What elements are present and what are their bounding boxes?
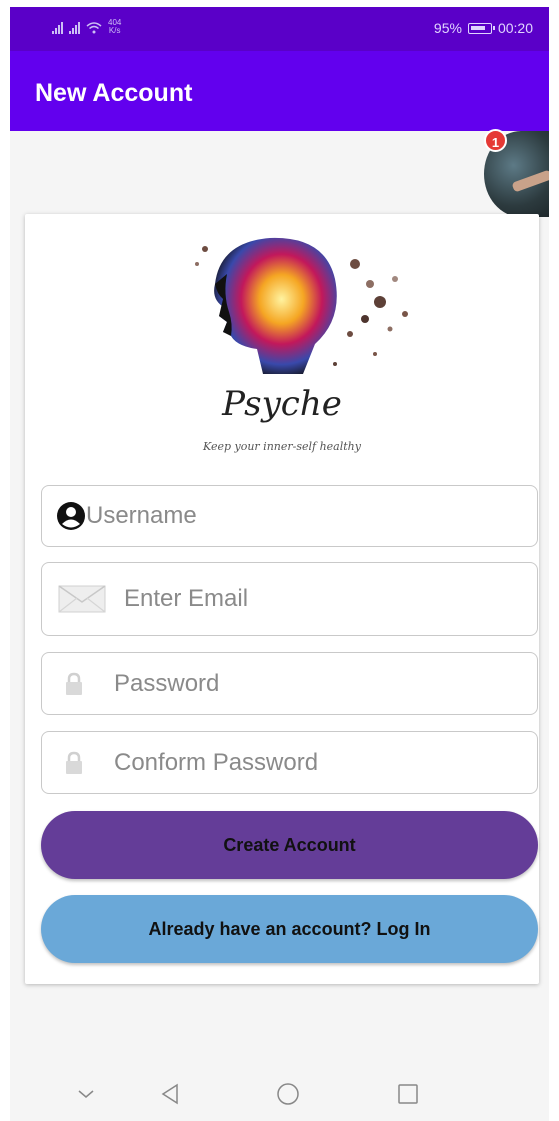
home-icon[interactable] [268,1077,308,1111]
app-bar: New Account [10,51,549,131]
confirm-password-input[interactable] [114,748,537,777]
username-input[interactable] [86,502,537,530]
network-speed: 404 K/s [108,19,121,35]
signup-card: Psyche Keep your inner-self healthy User… [25,214,539,984]
password-field[interactable] [41,652,538,715]
signal-icon [52,21,63,34]
recents-icon[interactable] [388,1077,428,1111]
email-field[interactable] [41,562,538,636]
confirm-password-field[interactable] [41,731,538,794]
brand-tagline: Keep your inner-self healthy [203,440,361,453]
battery-icon [467,22,495,34]
screen: 404 K/s 95% 00:20 New Account 1 Psyche K… [10,7,549,1121]
battery-percent: 95% [433,20,462,36]
back-icon[interactable] [150,1077,190,1111]
avatar-photo [511,169,549,193]
network-speed-unit: K/s [108,26,121,35]
clock: 00:20 [497,20,533,36]
status-bar: 404 K/s 95% 00:20 [10,7,549,51]
lock-icon [66,751,82,774]
lock-icon [66,672,82,695]
page-title: New Account [35,79,193,107]
notification-badge: 1 [484,129,507,152]
collapse-icon[interactable] [66,1077,106,1111]
psyche-logo-image [195,237,408,374]
password-input[interactable] [114,669,537,698]
create-account-button[interactable]: Create Account [41,811,538,879]
user-icon [57,502,85,530]
signal-icon [69,21,80,34]
wifi-icon [86,21,102,33]
status-indicators: 404 K/s [52,19,121,35]
login-link-button[interactable]: Already have an account? Log In [41,895,538,963]
email-input[interactable] [124,585,537,613]
username-field[interactable] [41,485,538,547]
navigation-bar [10,1067,549,1121]
brand-name: Psyche [222,384,342,424]
mail-icon [58,585,106,613]
status-right: 95% 00:20 [434,20,533,36]
